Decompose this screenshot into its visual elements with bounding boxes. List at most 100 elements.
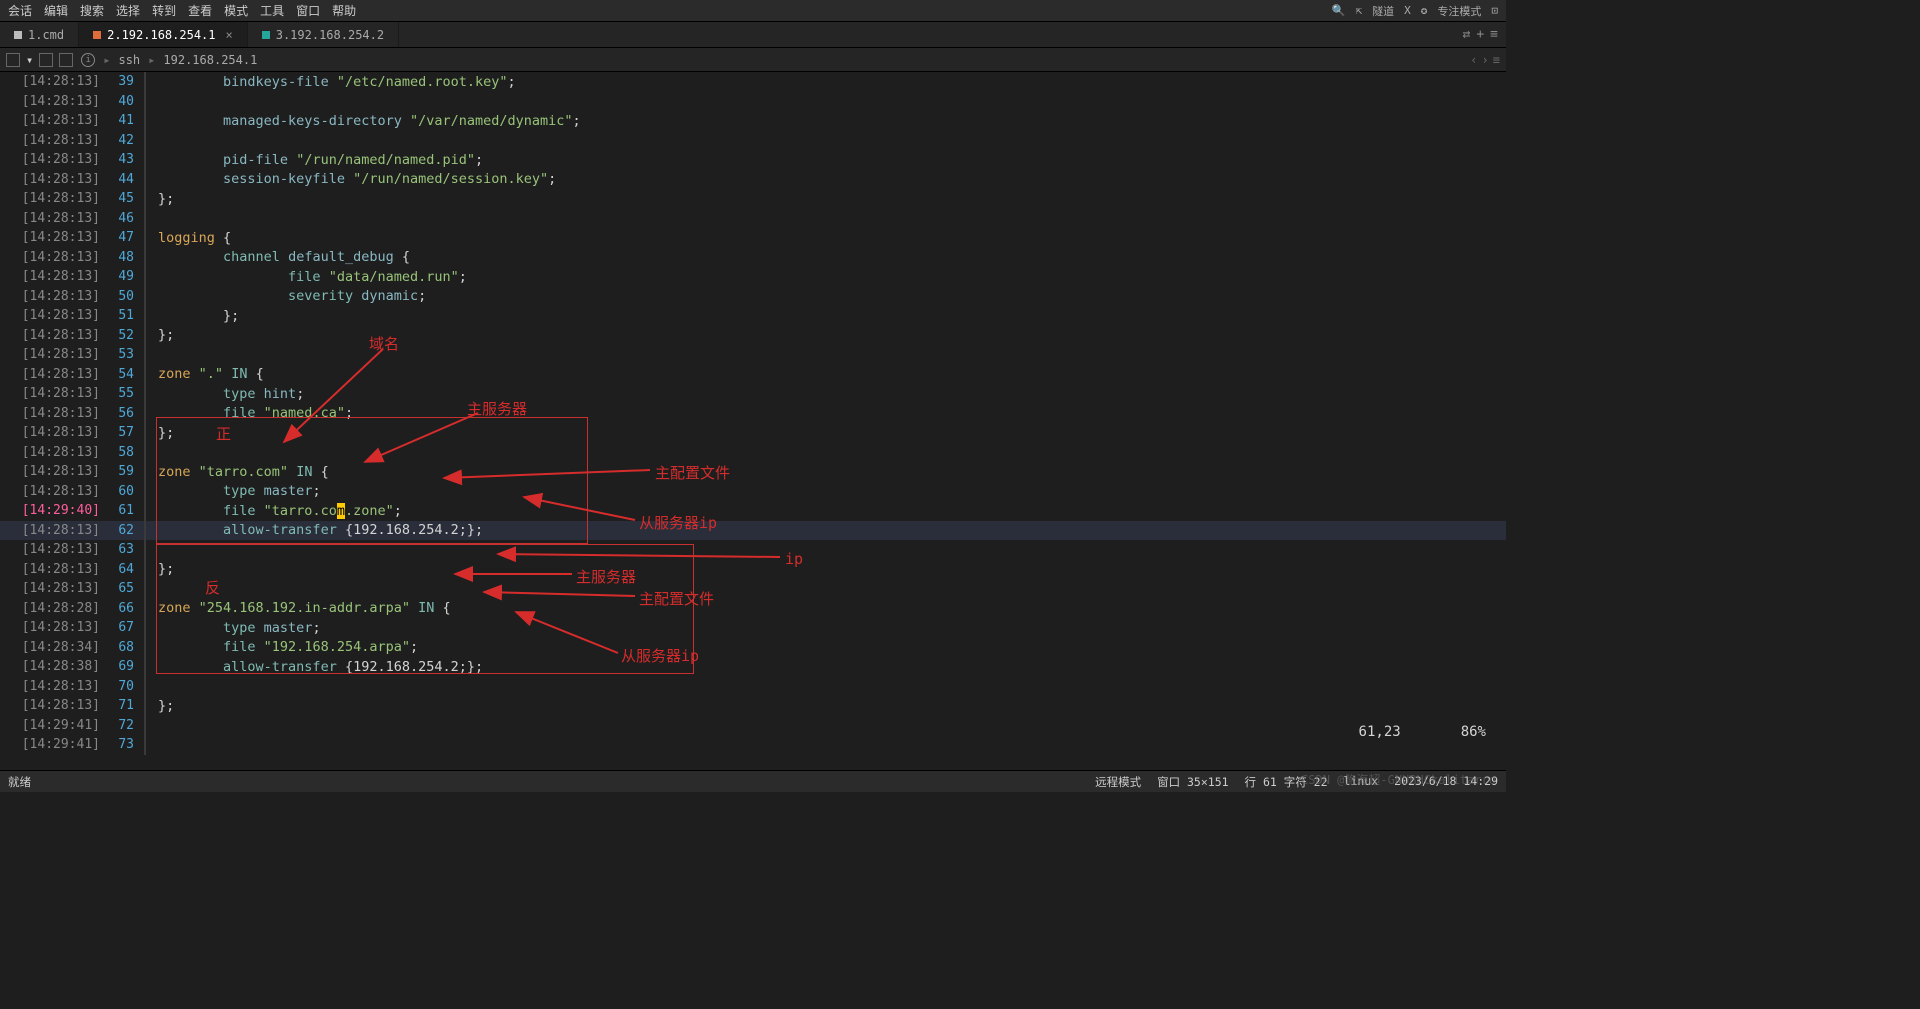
breadcrumb-end: ‹ › ≡: [1470, 53, 1500, 67]
gutter: [144, 131, 146, 151]
timestamp: [14:28:13]: [0, 464, 108, 479]
menu-item[interactable]: 模式: [224, 2, 248, 19]
tab-scroll-icon[interactable]: ⇄: [1463, 27, 1471, 42]
code-line[interactable]: [14:28:13]55 type hint;: [0, 384, 1506, 404]
code-content: logging {: [146, 230, 231, 246]
code-content: type hint;: [146, 386, 304, 402]
menu-icon[interactable]: ≡: [1493, 53, 1500, 67]
menu-item[interactable]: 工具: [260, 2, 284, 19]
tab-label: 3.192.168.254.2: [276, 28, 384, 42]
cursor-position: 61,23 86%: [1359, 724, 1486, 740]
code-line[interactable]: [14:28:13]71};: [0, 696, 1506, 716]
tab-menu-icon[interactable]: ≡: [1490, 27, 1498, 42]
timestamp: [14:28:13]: [0, 562, 108, 577]
pin-icon[interactable]: ⇱: [1356, 4, 1363, 17]
code-content: managed-keys-directory "/var/named/dynam…: [146, 113, 581, 129]
panel-right-icon[interactable]: [39, 53, 53, 67]
code-content: channel default_debug {: [146, 249, 410, 265]
timestamp: [14:28:13]: [0, 250, 108, 265]
timestamp: [14:28:13]: [0, 406, 108, 421]
line-number: 64: [108, 562, 144, 577]
target-icon[interactable]: ✪: [1421, 4, 1428, 17]
add-tab-icon[interactable]: +: [1476, 27, 1484, 42]
annotation-label: 主配置文件: [639, 588, 714, 609]
line-number: 51: [108, 308, 144, 323]
tab[interactable]: 1.cmd: [0, 22, 79, 47]
menu-bar: 会话编辑搜索选择转到查看模式工具窗口帮助 🔍 ⇱ 隧道 X ✪ 专注模式 ⊡: [0, 0, 1506, 22]
code-content: severity dynamic;: [146, 288, 426, 304]
code-line[interactable]: [14:28:13]46: [0, 209, 1506, 229]
menu-item[interactable]: 查看: [188, 2, 212, 19]
timestamp: [14:28:13]: [0, 269, 108, 284]
timestamp: [14:28:13]: [0, 113, 108, 128]
code-line[interactable]: [14:28:13]40: [0, 92, 1506, 112]
menu-item[interactable]: 会话: [8, 2, 32, 19]
menu-item[interactable]: 帮助: [332, 2, 356, 19]
panel-left-icon[interactable]: [6, 53, 20, 67]
search-icon[interactable]: 🔍: [1332, 4, 1346, 17]
chevron-icon[interactable]: ▾: [26, 53, 33, 67]
code-line[interactable]: [14:28:13]44 session-keyfile "/run/named…: [0, 170, 1506, 190]
code-line[interactable]: [14:28:13]54zone "." IN {: [0, 365, 1506, 385]
code-line[interactable]: [14:29:41]73: [0, 735, 1506, 755]
timestamp: [14:29:41]: [0, 737, 108, 752]
code-line[interactable]: [14:28:13]41 managed-keys-directory "/va…: [0, 111, 1506, 131]
breadcrumb-bar: ▾ i ▸ ssh ▸ 192.168.254.1 ‹ › ≡: [0, 48, 1506, 72]
menu-item[interactable]: 选择: [116, 2, 140, 19]
line-number: 53: [108, 347, 144, 362]
breadcrumb-ssh[interactable]: ssh: [118, 53, 140, 67]
chevron-left-icon[interactable]: ‹: [1470, 53, 1477, 67]
code-line[interactable]: [14:28:13]70: [0, 677, 1506, 697]
timestamp: [14:28:13]: [0, 445, 108, 460]
focus-mode-label[interactable]: 专注模式: [1437, 3, 1481, 19]
line-number: 39: [108, 74, 144, 89]
tab-actions: ⇄ + ≡: [1455, 22, 1506, 47]
annotation-label: 从服务器ip: [639, 512, 717, 533]
code-line[interactable]: [14:28:13]48 channel default_debug {: [0, 248, 1506, 268]
code-line[interactable]: [14:28:13]47logging {: [0, 228, 1506, 248]
close-icon[interactable]: ×: [226, 28, 233, 42]
line-number: 42: [108, 133, 144, 148]
chevron-right-icon[interactable]: ›: [1482, 53, 1489, 67]
code-content: };: [146, 308, 239, 324]
code-line[interactable]: [14:28:13]52};: [0, 326, 1506, 346]
line-number: 55: [108, 386, 144, 401]
code-line[interactable]: [14:29:41]72: [0, 716, 1506, 736]
tab-label: 2.192.168.254.1: [107, 28, 215, 42]
code-line[interactable]: [14:28:13]50 severity dynamic;: [0, 287, 1506, 307]
menu-item[interactable]: 转到: [152, 2, 176, 19]
timestamp: [14:28:13]: [0, 230, 108, 245]
code-line[interactable]: [14:28:13]43 pid-file "/run/named/named.…: [0, 150, 1506, 170]
line-number: 67: [108, 620, 144, 635]
timestamp: [14:29:41]: [0, 718, 108, 733]
panel-split-icon[interactable]: [59, 53, 73, 67]
annotation-label: 正: [216, 423, 231, 444]
line-number: 69: [108, 659, 144, 674]
code-line[interactable]: [14:28:13]45};: [0, 189, 1506, 209]
menu-item[interactable]: 编辑: [44, 2, 68, 19]
code-line[interactable]: [14:28:13]51 };: [0, 306, 1506, 326]
gutter: [144, 345, 146, 365]
tunnel-label[interactable]: 隧道: [1372, 3, 1394, 19]
info-icon[interactable]: i: [81, 53, 95, 67]
code-line[interactable]: [14:28:13]49 file "data/named.run";: [0, 267, 1506, 287]
code-line[interactable]: [14:28:13]39 bindkeys-file "/etc/named.r…: [0, 72, 1506, 92]
gutter: [144, 735, 146, 755]
line-number: 73: [108, 737, 144, 752]
breadcrumb-ip[interactable]: 192.168.254.1: [163, 53, 257, 67]
line-number: 43: [108, 152, 144, 167]
code-line[interactable]: [14:28:13]42: [0, 131, 1506, 151]
line-number: 66: [108, 601, 144, 616]
menu-item[interactable]: 窗口: [296, 2, 320, 19]
timestamp: [14:28:13]: [0, 328, 108, 343]
tab[interactable]: 2.192.168.254.1 ×: [79, 22, 248, 47]
timestamp: [14:28:13]: [0, 523, 108, 538]
panel-icon[interactable]: ⊡: [1491, 4, 1498, 17]
code-line[interactable]: [14:28:13]53: [0, 345, 1506, 365]
editor[interactable]: [14:28:13]39 bindkeys-file "/etc/named.r…: [0, 72, 1506, 770]
menu-item[interactable]: 搜索: [80, 2, 104, 19]
annotation-label: 主服务器: [576, 566, 636, 587]
x-icon[interactable]: X: [1404, 4, 1411, 17]
tab[interactable]: 3.192.168.254.2: [248, 22, 399, 47]
line-number: 58: [108, 445, 144, 460]
